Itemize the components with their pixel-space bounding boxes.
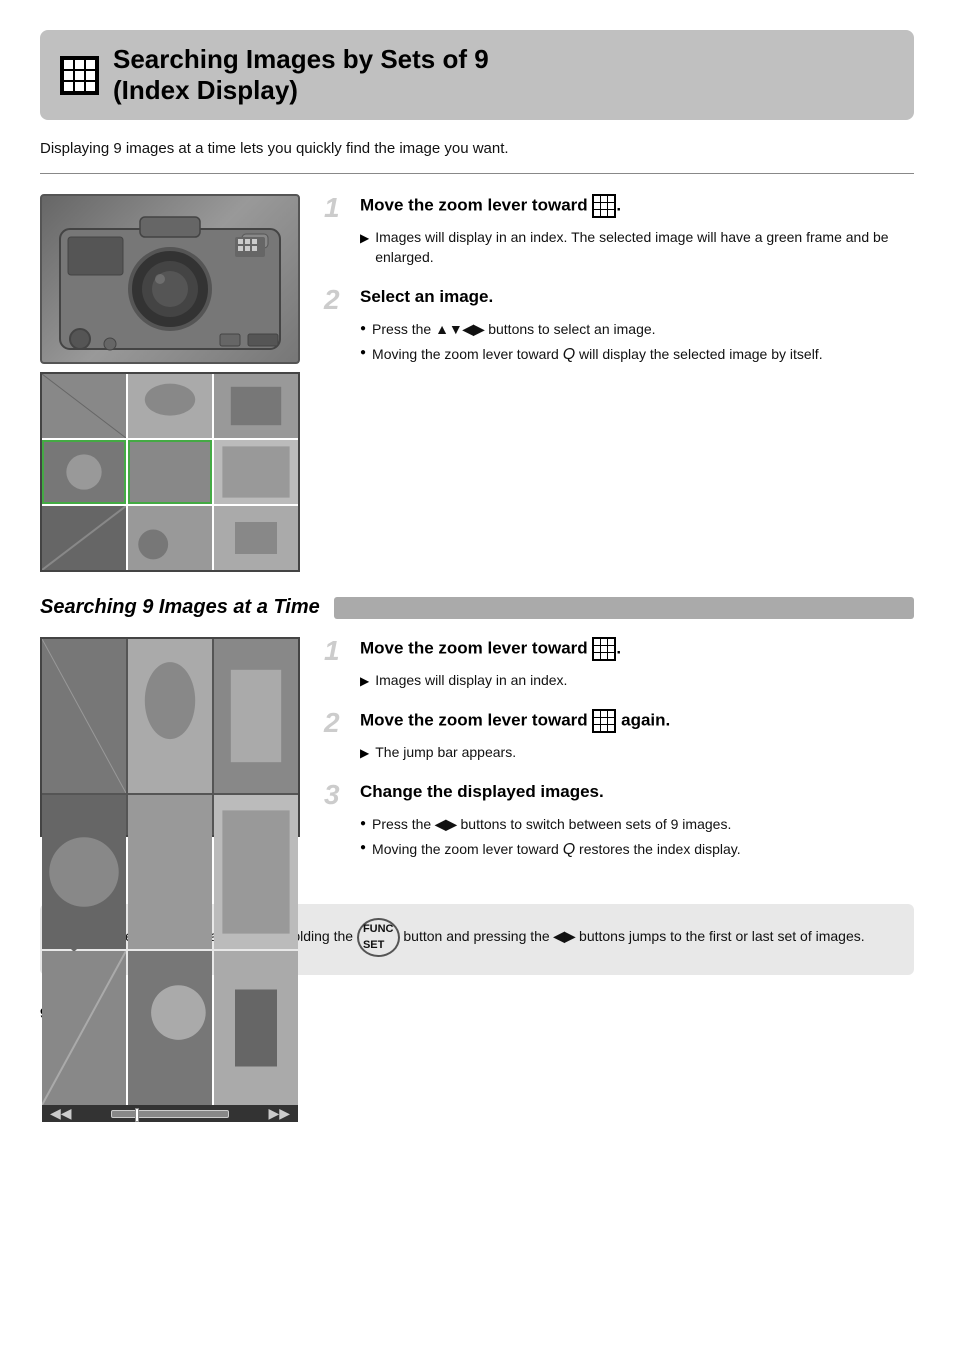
section-divider [40,173,914,174]
bullet-text: Images will display in an index. [375,671,567,691]
jump-photo-cell [128,639,212,793]
photo-cell [42,506,126,570]
circle-icon: ● [360,841,366,855]
bullet-text: The jump bar appears. [375,743,516,763]
step-number-s2-3: 3 [324,781,352,809]
camera-image [40,194,300,364]
photo-cell [42,374,126,438]
jump-photo-cell [214,795,298,949]
s2-step-1: 1 Move the zoom lever toward . ▶ Images … [324,637,914,691]
step-title-s2-1: Move the zoom lever toward . [360,637,621,661]
bullet-text: Images will display in an index. The sel… [375,228,914,267]
section2-heading: Searching 9 Images at a Time [40,596,914,619]
section2-content: ◀◀ ▶▶ Jump Bar 1 Move the zoom lever tow… [40,637,914,879]
bullet-s2-3-2: ● Moving the zoom lever toward Q restore… [360,839,914,861]
jump-bar-image: ◀◀ ▶▶ [40,637,300,837]
section2-title: Searching 9 Images at a Time [40,596,320,619]
photo-cell [42,440,126,504]
jump-photo-cell [128,795,212,949]
jump-photo-cell [214,639,298,793]
section1-content: 1 Move the zoom lever toward . ▶ Images … [40,194,914,572]
title-box: Searching Images by Sets of 9 (Index Dis… [40,30,914,120]
circle-icon: ● [360,346,366,360]
jump-photo-cell [42,951,126,1105]
photo-cell [214,374,298,438]
jump-photo-cell [128,951,212,1105]
bullet-s2-3-1: ● Press the ◀▶ buttons to switch between… [360,815,914,835]
section2-image-col: ◀◀ ▶▶ Jump Bar [40,637,300,879]
step-number-1: 1 [324,194,352,222]
page-title: Searching Images by Sets of 9 (Index Dis… [113,44,489,106]
jump-bar-strip: ◀◀ ▶▶ [42,1105,298,1122]
step-number-2: 2 [324,286,352,314]
step-number-s2-1: 1 [324,637,352,665]
title-icon [60,56,99,95]
bullet-s2-2-1: ▶ The jump bar appears. [360,743,914,763]
jump-photo-grid [42,639,298,1105]
step-1: 1 Move the zoom lever toward . ▶ Images … [324,194,914,267]
photo-cell [128,374,212,438]
section1-images [40,194,300,572]
circle-icon: ● [360,817,366,831]
step-title-s2-2: Move the zoom lever toward again. [360,709,670,733]
jump-bar-left-arrow: ◀◀ [50,1105,72,1122]
bullet-2-1: ● Press the ▲▼◀▶ buttons to select an im… [360,320,914,340]
jump-photo-cell [42,639,126,793]
bullet-text: Press the ▲▼◀▶ buttons to select an imag… [372,320,656,340]
bullet-2-2: ● Moving the zoom lever toward Q will di… [360,344,914,366]
index-grid-icon-1 [592,194,616,218]
photo-grid-section1 [40,372,300,572]
section2-steps: 1 Move the zoom lever toward . ▶ Images … [324,637,914,879]
index-grid-icon-s2-2 [592,709,616,733]
triangle-icon: ▶ [360,673,369,690]
s2-step-2: 2 Move the zoom lever toward again. ▶ Th… [324,709,914,763]
photo-cell [214,440,298,504]
jump-photo-cell [214,951,298,1105]
bullet-text: Moving the zoom lever toward Q will disp… [372,344,823,366]
bullet-1-1: ▶ Images will display in an index. The s… [360,228,914,267]
intro-text: Displaying 9 images at a time lets you q… [40,140,914,157]
triangle-icon: ▶ [360,745,369,762]
func-set-button: FUNCSET [357,918,400,957]
step-number-s2-2: 2 [324,709,352,737]
photo-cell [214,506,298,570]
photo-cell [128,506,212,570]
index-grid-icon-s2-1 [592,637,616,661]
triangle-icon: ▶ [360,230,369,247]
jump-bar-right-arrow: ▶▶ [268,1105,290,1122]
step-2: 2 Select an image. ● Press the ▲▼◀▶ butt… [324,286,914,367]
step-title-s2-3: Change the displayed images. [360,781,604,803]
section1-steps: 1 Move the zoom lever toward . ▶ Images … [324,194,914,572]
step-title-1: Move the zoom lever toward . [360,194,621,218]
step-title-2: Select an image. [360,286,493,308]
bullet-text: Press the ◀▶ buttons to switch between s… [372,815,731,835]
s2-step-3: 3 Change the displayed images. ● Press t… [324,781,914,862]
bullet-s2-1-1: ▶ Images will display in an index. [360,671,914,691]
circle-icon: ● [360,322,366,336]
bullet-text: Moving the zoom lever toward Q restores … [372,839,741,861]
section-heading-bar [334,597,914,619]
jump-photo-cell [42,795,126,949]
photo-cell [128,440,212,504]
